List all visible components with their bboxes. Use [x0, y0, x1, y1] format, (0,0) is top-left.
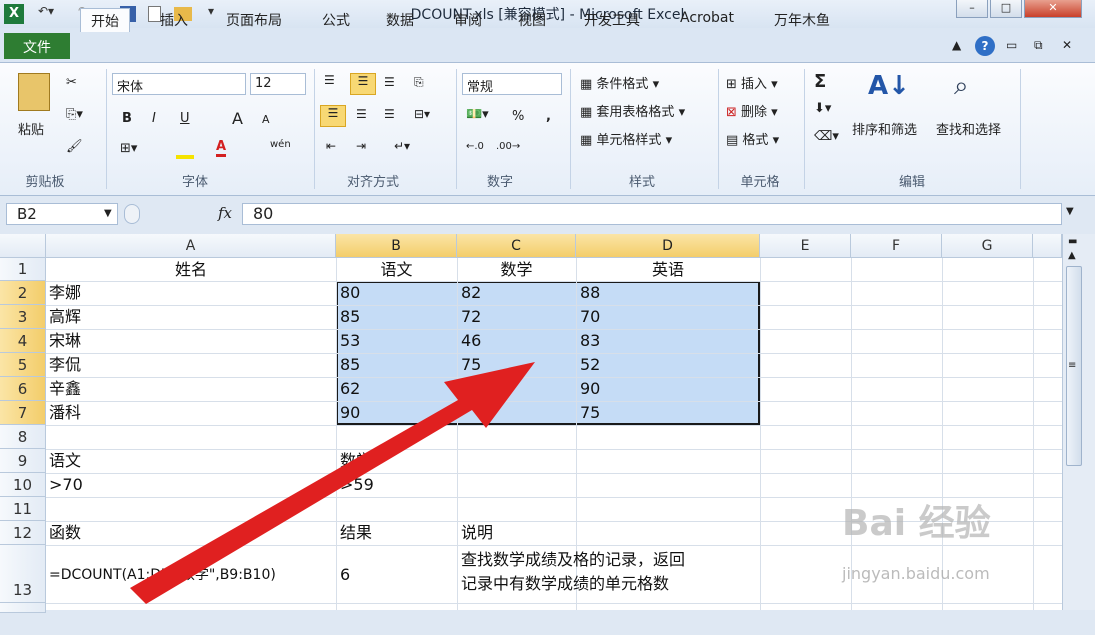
baidu-watermark: Bai 经验: [842, 503, 991, 544]
scroll-grip-icon: ≡: [1068, 360, 1077, 371]
baidu-watermark-url: jingyan.baidu.com: [842, 564, 990, 583]
split-handle-icon[interactable]: ▬: [1068, 236, 1077, 247]
scroll-up-icon[interactable]: ▲: [1068, 250, 1076, 261]
arrow-shape: [130, 362, 535, 604]
